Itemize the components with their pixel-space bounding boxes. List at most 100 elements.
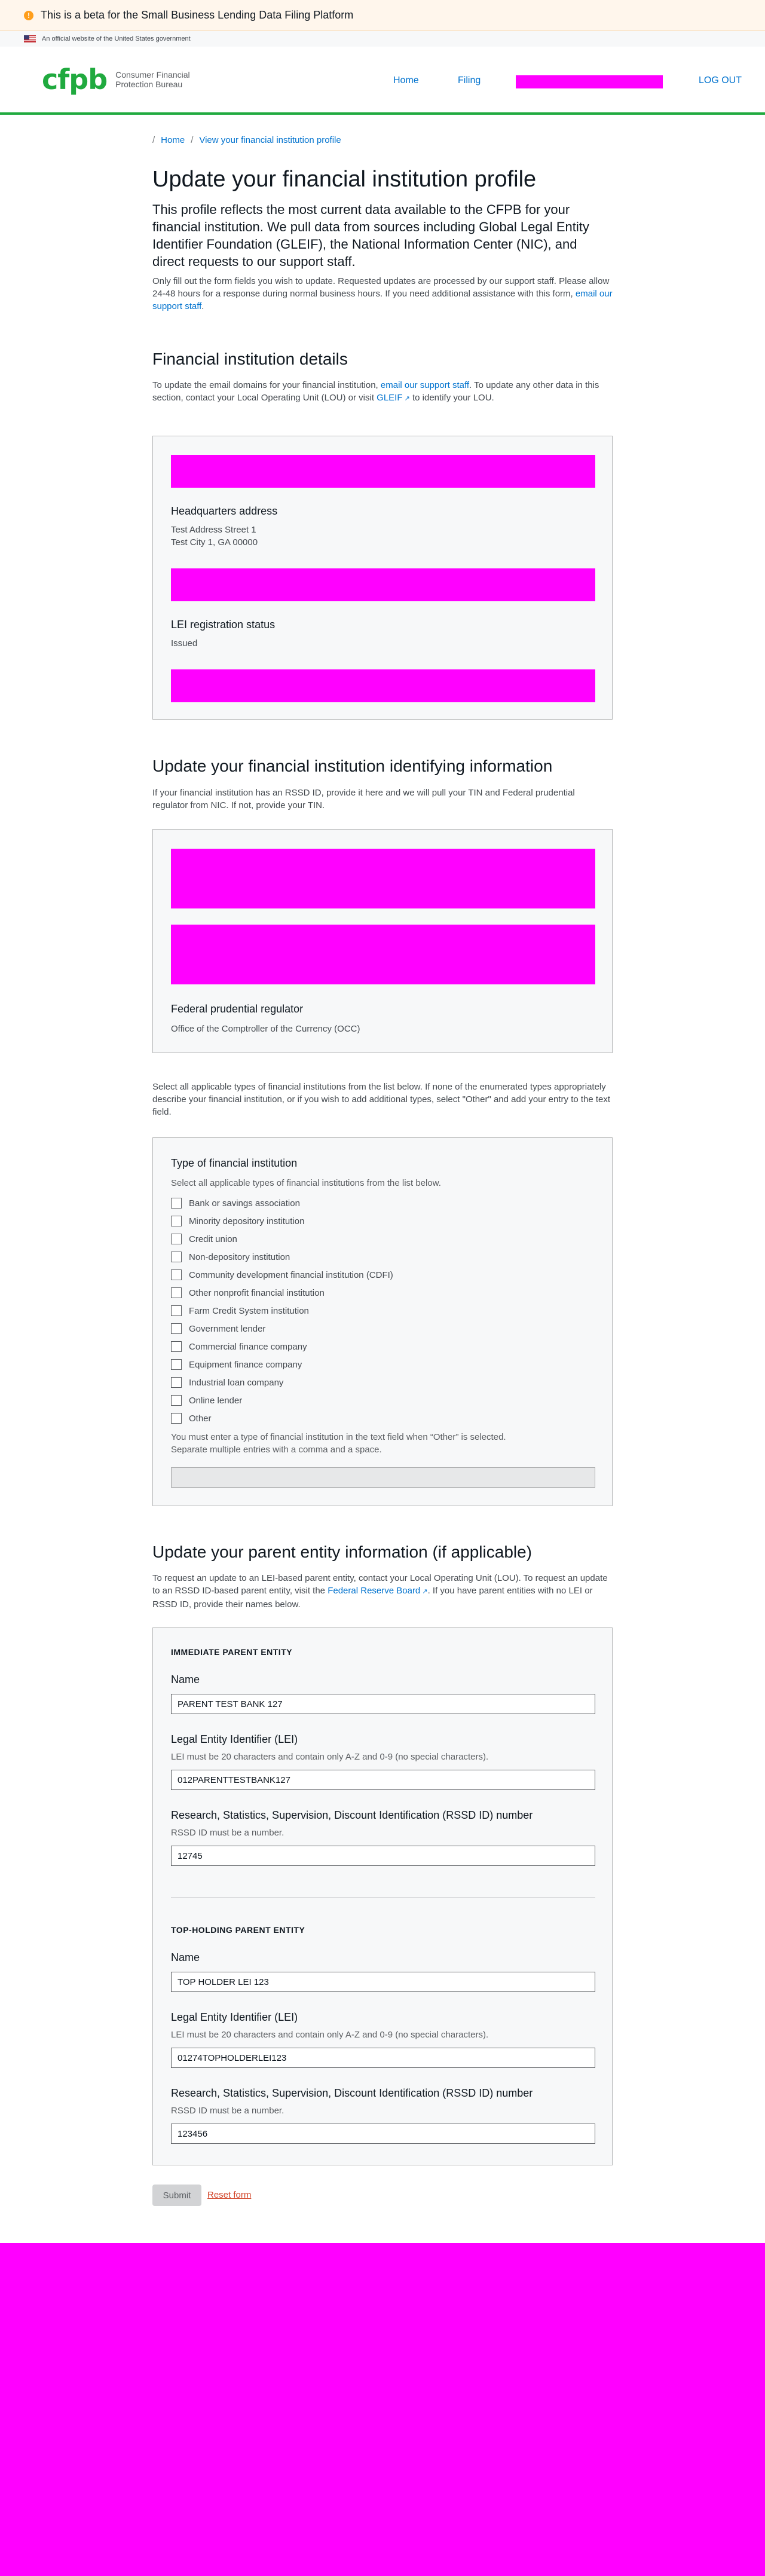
- fi-type-checkbox-row[interactable]: Credit union: [171, 1230, 595, 1248]
- site-header: cfpb Consumer Financial Protection Burea…: [0, 47, 765, 115]
- redacted-rssd-field: [171, 849, 595, 908]
- hq-address-line2: Test City 1, GA 00000: [171, 537, 258, 547]
- redacted-fi-name: [171, 455, 595, 488]
- hq-address-label: Headquarters address: [171, 505, 278, 517]
- checkbox[interactable]: [171, 1287, 182, 1298]
- fi-type-checkbox-row[interactable]: Other: [171, 1409, 595, 1427]
- fi-type-checkbox-row[interactable]: Minority depository institution: [171, 1212, 595, 1230]
- fi-types-help: Select all applicable types of financial…: [171, 1178, 441, 1188]
- nav-filing-link[interactable]: Filing: [458, 75, 481, 86]
- top-lei-label: Legal Entity Identifier (LEI): [171, 2011, 298, 2023]
- redacted-user-name: [516, 75, 663, 88]
- logout-link[interactable]: LOG OUT: [699, 75, 742, 86]
- fi-types-label: Type of financial institution: [171, 1157, 298, 1169]
- fi-type-checkbox-row[interactable]: Equipment finance company: [171, 1356, 595, 1373]
- breadcrumb-separator: /: [152, 135, 155, 145]
- checkbox-label: Non-depository institution: [189, 1252, 290, 1262]
- page-intro-text: Only fill out the form fields you wish t…: [152, 276, 610, 299]
- fi-details-desc-text: To update the email domains for your fin…: [152, 380, 378, 390]
- checkbox[interactable]: [171, 1216, 182, 1226]
- page-intro-suffix: .: [201, 301, 204, 311]
- hq-address-line1: Test Address Street 1: [171, 525, 256, 535]
- gov-banner-text: An official website of the United States…: [42, 35, 191, 42]
- top-rssd-help: RSSD ID must be a number.: [171, 2106, 284, 2116]
- identifying-heading: Update your financial institution identi…: [152, 757, 553, 775]
- checkbox-label: Bank or savings association: [189, 1198, 300, 1209]
- immediate-rssd-help: RSSD ID must be a number.: [171, 1828, 284, 1838]
- fi-type-checkbox-row[interactable]: Non-depository institution: [171, 1248, 595, 1266]
- submit-button[interactable]: Submit: [152, 2185, 201, 2206]
- other-type-input[interactable]: [171, 1467, 595, 1488]
- fi-type-checkbox-row[interactable]: Farm Credit System institution: [171, 1302, 595, 1320]
- regulator-value: Office of the Comptroller of the Currenc…: [171, 1024, 360, 1034]
- immediate-rssd-label: Research, Statistics, Supervision, Disco…: [171, 1809, 533, 1821]
- checkbox[interactable]: [171, 1323, 182, 1334]
- immediate-rssd-input[interactable]: 12745: [171, 1846, 595, 1866]
- regulator-label: Federal prudential regulator: [171, 1003, 304, 1015]
- fi-type-checkbox-row[interactable]: Government lender: [171, 1320, 595, 1338]
- checkbox-label: Other nonprofit financial institution: [189, 1287, 325, 1298]
- email-support-link[interactable]: email our support staff: [381, 380, 469, 390]
- checkbox[interactable]: [171, 1269, 182, 1280]
- page-lead: This profile reflects the most current d…: [152, 202, 589, 269]
- redacted-fi-field: [171, 669, 595, 702]
- fi-type-checkbox-row[interactable]: Community development financial institut…: [171, 1266, 595, 1284]
- checkbox[interactable]: [171, 1377, 182, 1388]
- redacted-footer: [0, 2243, 765, 2576]
- gleif-link[interactable]: GLEIF ↗: [377, 393, 410, 403]
- checkbox[interactable]: [171, 1252, 182, 1262]
- other-help-line1: You must enter a type of financial insti…: [171, 1432, 506, 1442]
- external-link-icon: ↗: [420, 1588, 428, 1595]
- immediate-name-input[interactable]: PARENT TEST BANK 127: [171, 1694, 595, 1714]
- section-divider: [171, 1897, 595, 1898]
- fi-types-intro: Select all applicable types of financial…: [152, 1082, 611, 1117]
- fi-details-description: To update the email domains for your fin…: [152, 379, 613, 405]
- checkbox[interactable]: [171, 1305, 182, 1316]
- fi-types-checkbox-list: Bank or savings association Minority depo…: [171, 1194, 595, 1427]
- reset-form-link[interactable]: Reset form: [207, 2190, 251, 2200]
- warning-icon: !: [24, 10, 33, 20]
- nav-home-link[interactable]: Home: [393, 75, 419, 86]
- checkbox[interactable]: [171, 1341, 182, 1352]
- fi-types-card: Type of financial institution Select all…: [152, 1137, 613, 1506]
- top-rssd-input[interactable]: 123456: [171, 2124, 595, 2144]
- redacted-fi-field: [171, 568, 595, 601]
- breadcrumb-home-link[interactable]: Home: [161, 135, 185, 145]
- checkbox-label: Farm Credit System institution: [189, 1305, 309, 1316]
- lei-status-value: Issued: [171, 638, 198, 648]
- fi-type-checkbox-row[interactable]: Online lender: [171, 1391, 595, 1409]
- lei-status-label: LEI registration status: [171, 619, 276, 631]
- immediate-lei-input[interactable]: 012PARENTTESTBANK127: [171, 1770, 595, 1790]
- fi-details-card: Headquarters address Test Address Street…: [152, 436, 613, 720]
- breadcrumb-profile-link[interactable]: View your financial institution profile: [199, 135, 341, 145]
- fi-type-checkbox-row[interactable]: Commercial finance company: [171, 1338, 595, 1356]
- checkbox-label: Community development financial institut…: [189, 1269, 393, 1280]
- top-name-input[interactable]: TOP HOLDER LEI 123: [171, 1972, 595, 1992]
- federal-reserve-link-text: Federal Reserve Board: [328, 1586, 421, 1596]
- checkbox[interactable]: [171, 1413, 182, 1424]
- fi-details-heading: Financial institution details: [152, 350, 348, 368]
- federal-reserve-link[interactable]: Federal Reserve Board ↗: [328, 1586, 427, 1596]
- checkbox-label: Government lender: [189, 1323, 266, 1334]
- parent-entity-card: IMMEDIATE PARENT ENTITY Name PARENT TEST…: [152, 1627, 613, 2165]
- beta-banner: ! This is a beta for the Small Business …: [0, 0, 765, 31]
- checkbox-label: Minority depository institution: [189, 1216, 305, 1226]
- gov-banner: An official website of the United States…: [0, 31, 765, 47]
- checkbox[interactable]: [171, 1395, 182, 1406]
- checkbox[interactable]: [171, 1359, 182, 1370]
- top-name-label: Name: [171, 1951, 200, 1963]
- parent-description: To request an update to an LEI-based par…: [152, 1572, 613, 1611]
- us-flag-icon: [24, 35, 36, 42]
- checkbox[interactable]: [171, 1198, 182, 1209]
- page-intro: Only fill out the form fields you wish t…: [152, 275, 613, 313]
- checkbox[interactable]: [171, 1234, 182, 1244]
- gleif-link-text: GLEIF: [377, 393, 403, 403]
- checkbox-label: Equipment finance company: [189, 1359, 302, 1370]
- fi-type-checkbox-row[interactable]: Other nonprofit financial institution: [171, 1284, 595, 1302]
- redacted-tin-field: [171, 925, 595, 984]
- fi-type-checkbox-row[interactable]: Bank or savings association: [171, 1194, 595, 1212]
- breadcrumb-separator: /: [191, 135, 194, 145]
- fi-type-checkbox-row[interactable]: Industrial loan company: [171, 1373, 595, 1391]
- checkbox-label: Commercial finance company: [189, 1341, 307, 1352]
- top-lei-input[interactable]: 01274TOPHOLDERLEI123: [171, 2048, 595, 2068]
